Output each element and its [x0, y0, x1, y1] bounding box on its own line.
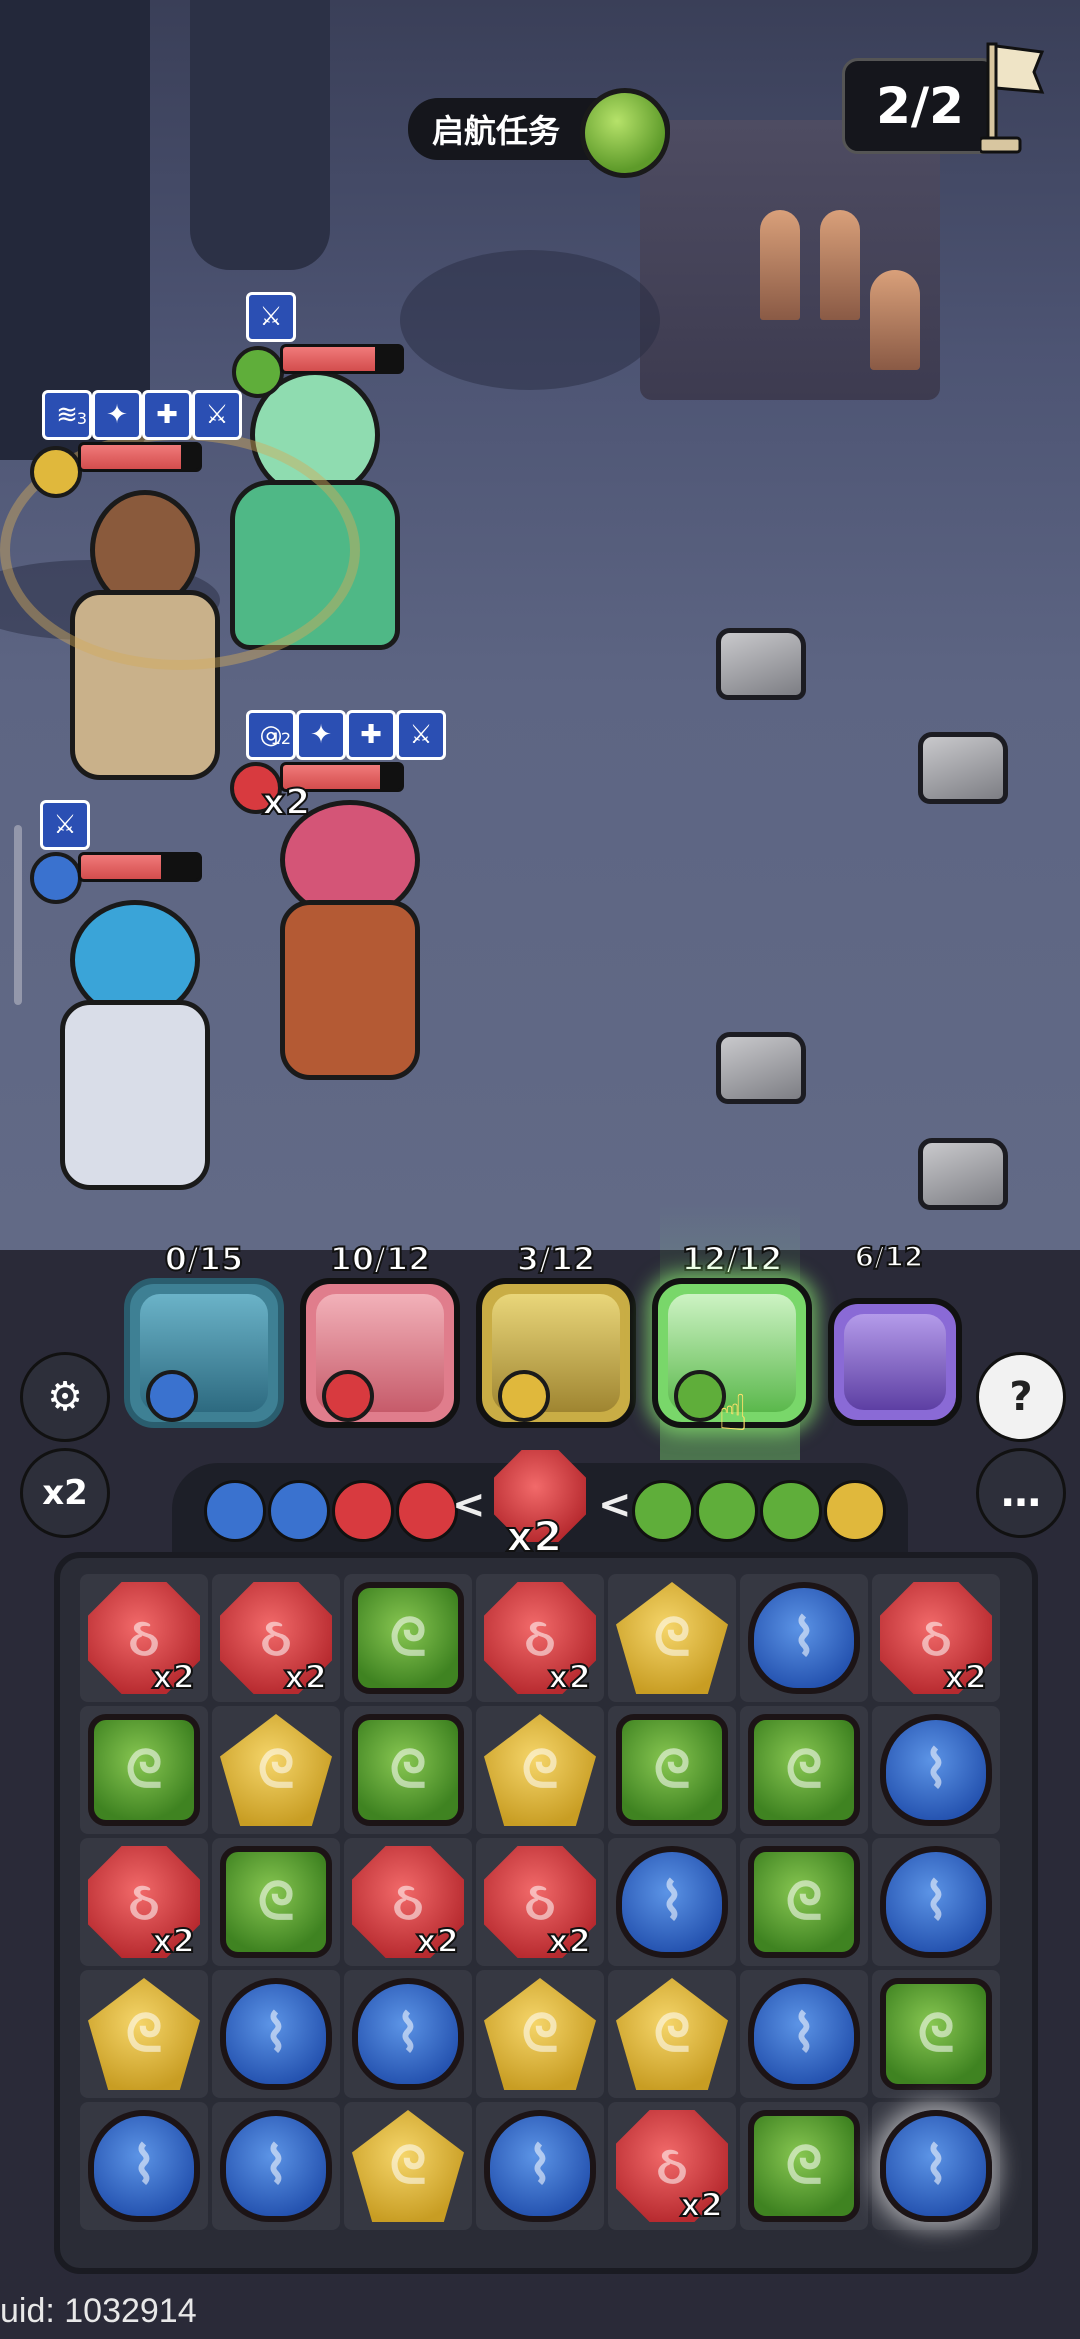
gem-multiplier: x2 [679, 2185, 724, 2225]
gem-multiplier: x2 [547, 1921, 592, 1961]
buff-whirl-icon[interactable]: ◎ 12 [246, 710, 296, 760]
slime-icon[interactable] [580, 88, 670, 178]
wind-queue-icon [760, 1480, 822, 1542]
buff-attack-icon[interactable]: ⚔ [40, 800, 90, 850]
green-gem[interactable]: ᘓ [616, 1714, 728, 1826]
damage-multiplier: x2 [261, 781, 311, 824]
help-button[interactable]: ? [976, 1352, 1066, 1442]
blue-gem[interactable]: ⌇ [880, 1714, 992, 1826]
green-gem[interactable]: ᘓ [880, 1978, 992, 2090]
gem-multiplier: x2 [151, 1657, 196, 1697]
portrait-purple-item[interactable] [828, 1298, 962, 1426]
hp-bar [280, 344, 404, 374]
green-gem[interactable]: ᘓ [88, 1714, 200, 1826]
tree-trunk-mid [190, 0, 330, 270]
wind-queue-icon [632, 1480, 694, 1542]
charge-count: 12/12 [681, 1239, 784, 1279]
settings-button[interactable]: ⚙ [20, 1352, 110, 1442]
buff-dash-icon[interactable]: ≋ 3 [42, 390, 92, 440]
rock [918, 732, 1008, 804]
chevron-left-icon: < [452, 1482, 486, 1528]
wave-counter: 2/2 [842, 58, 998, 154]
rock [716, 1032, 806, 1104]
portrait-green-elf[interactable]: ☝ [652, 1278, 812, 1442]
scroll-indicator[interactable] [14, 825, 22, 1005]
blue-gem[interactable]: ⌇ [748, 1978, 860, 2090]
green-gem[interactable]: ᘓ [352, 1714, 464, 1826]
hp-bar [78, 442, 202, 472]
water-element-icon [30, 852, 82, 904]
gear-icon: ⚙ [47, 1374, 83, 1420]
portrait-blue-archer[interactable] [124, 1278, 284, 1428]
tree-house [640, 120, 940, 400]
water-queue-icon [268, 1480, 330, 1542]
hero-body [280, 900, 420, 1080]
charge-count: 0/15 [164, 1239, 244, 1279]
charge-count: 10/12 [329, 1239, 432, 1279]
earth-element-icon [30, 446, 82, 498]
battlefield: ⚔ ≋ 3 ✦ ✚ ⚔ ◎ 12 ✦ ✚ ⚔ x2 ⚔ [0, 0, 1080, 1250]
blue-gem[interactable]: ⌇ [352, 1978, 464, 2090]
speed-button[interactable]: x2 [20, 1448, 110, 1538]
house-window [760, 210, 800, 320]
match-board: ઠ x2 ઠ x2 ᘓ ઠ x2 ᘓ ⌇ ઠ x2 ᘓ ᘓ ᘓ ᘓ ᘓ ᘓ ⌇ ઠ x2 ᘓ ઠ x2 ઠ x2 ⌇ ᘓ ⌇ ᘓ ⌇ ⌇ ᘓ ᘓ… [54, 1552, 1038, 2274]
portrait-red-engineer[interactable] [300, 1278, 460, 1428]
water-queue-icon [204, 1480, 266, 1542]
green-gem[interactable]: ᘓ [352, 1582, 464, 1694]
tap-hint-icon: ☝ [718, 1384, 749, 1442]
blue-gem[interactable]: ⌇ [484, 2110, 596, 2222]
fire-element-icon [322, 1370, 374, 1422]
blue-gem[interactable]: ⌇ [880, 1846, 992, 1958]
portrait-yellow-brawler[interactable] [476, 1278, 636, 1428]
hero-blue-archer[interactable] [30, 890, 240, 1190]
fire-queue-icon [396, 1480, 458, 1542]
blue-gem[interactable]: ⌇ [748, 1582, 860, 1694]
blue-gem-special[interactable]: ⌇ [880, 2110, 992, 2222]
buff-attack-icon[interactable]: ⚔ [246, 292, 296, 342]
gem-multiplier: x2 [547, 1657, 592, 1697]
wind-queue-icon [696, 1480, 758, 1542]
charge-count: 3/12 [516, 1239, 596, 1279]
gem-multiplier: x2 [415, 1921, 460, 1961]
earth-queue-icon [824, 1480, 886, 1542]
house-door [870, 270, 920, 370]
blue-gem[interactable]: ⌇ [616, 1846, 728, 1958]
hp-bar [78, 852, 202, 882]
buff-attack-icon[interactable]: ⚔ [396, 710, 446, 760]
uid-label: uid: 1032914 [0, 2292, 197, 2330]
hero-red-engineer[interactable] [250, 790, 440, 1080]
buff-shield-icon[interactable]: ✚ [346, 710, 396, 760]
buff-shield-icon[interactable]: ✚ [142, 390, 192, 440]
flag-icon[interactable] [980, 38, 1050, 156]
chevron-left-icon: < [598, 1482, 632, 1528]
bush [400, 250, 660, 390]
blue-gem[interactable]: ⌇ [88, 2110, 200, 2222]
gem-multiplier: x2 [151, 1921, 196, 1961]
blue-gem[interactable]: ⌇ [220, 1978, 332, 2090]
gem-multiplier: x2 [283, 1657, 328, 1697]
buff-claw-icon[interactable]: ✦ [296, 710, 346, 760]
charge-count: 6/12 [854, 1239, 925, 1274]
green-gem[interactable]: ᘓ [748, 1714, 860, 1826]
hero-body [60, 1000, 210, 1190]
more-button[interactable]: … [976, 1448, 1066, 1538]
buff-attack-icon[interactable]: ⚔ [192, 390, 242, 440]
rock [716, 628, 806, 700]
rock [918, 1138, 1008, 1210]
green-gem[interactable]: ᘓ [220, 1846, 332, 1958]
house-window [820, 210, 860, 320]
water-element-icon [146, 1370, 198, 1422]
buff-claw-icon[interactable]: ✦ [92, 390, 142, 440]
earth-element-icon [498, 1370, 550, 1422]
wind-element-icon [232, 346, 284, 398]
quest-title: 启航任务 [432, 112, 561, 150]
green-gem[interactable]: ᘓ [748, 2110, 860, 2222]
gem-multiplier: x2 [943, 1657, 988, 1697]
blue-gem[interactable]: ⌇ [220, 2110, 332, 2222]
green-gem[interactable]: ᘓ [748, 1846, 860, 1958]
fire-queue-icon [332, 1480, 394, 1542]
